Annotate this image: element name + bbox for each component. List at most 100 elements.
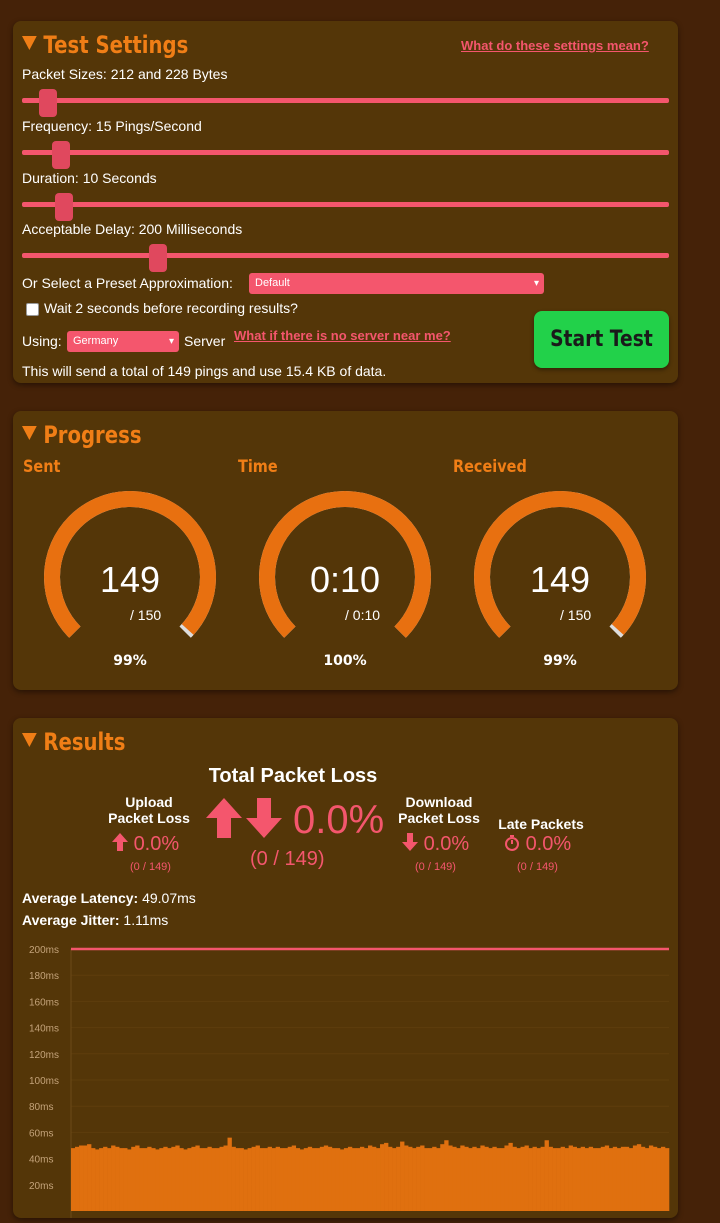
latency-bar — [372, 1146, 377, 1211]
results-toggle[interactable]: Results — [22, 728, 125, 756]
latency-bar — [211, 1148, 216, 1211]
packet-sizes-slider[interactable] — [22, 89, 669, 117]
acceptable-delay-label: Acceptable Delay: 200 Milliseconds — [22, 221, 243, 237]
slider-thumb[interactable] — [51, 141, 70, 169]
latency-bar — [652, 1146, 658, 1211]
latency-bar — [632, 1145, 638, 1211]
latency-bar — [259, 1148, 264, 1211]
latency-bar — [103, 1146, 108, 1211]
latency-bar — [143, 1148, 148, 1211]
no-server-link[interactable]: What if there is no server near me? — [234, 328, 451, 343]
time-gauge: 0:10 / 0:10 100% — [259, 491, 431, 671]
y-tick-label: 20ms — [29, 1181, 53, 1192]
latency-bar — [239, 1148, 244, 1211]
latency-bar — [516, 1148, 521, 1211]
arrow-up-icon — [112, 833, 128, 851]
latency-chart: 200ms 180ms 160ms 140ms 120ms 100ms 80ms 60ms 40… — [13, 938, 678, 1218]
latency-bar — [367, 1145, 373, 1211]
test-settings-panel: Test Settings What do these settings mea… — [13, 21, 678, 383]
latency-bar — [524, 1145, 529, 1211]
y-tick-label: 160ms — [29, 997, 59, 1008]
duration-slider[interactable] — [22, 193, 669, 221]
total-packet-loss-title: Total Packet Loss — [208, 765, 378, 787]
latency-bar — [319, 1146, 325, 1211]
latency-bar — [384, 1142, 389, 1211]
latency-bar — [568, 1145, 573, 1211]
settings-help-link[interactable]: What do these settings mean? — [461, 38, 649, 53]
y-tick-label: 60ms — [29, 1128, 53, 1139]
latency-bar — [508, 1142, 513, 1211]
received-gauge: 149 / 150 99% — [474, 491, 646, 671]
slider-thumb[interactable] — [38, 89, 57, 117]
latency-bar — [251, 1146, 256, 1211]
latency-bar — [291, 1145, 297, 1211]
latency-bar — [468, 1148, 473, 1211]
latency-bar — [616, 1148, 622, 1211]
start-test-label: Start Test — [550, 327, 653, 352]
y-tick-label: 140ms — [29, 1024, 59, 1035]
y-tick-label: 180ms — [29, 971, 59, 982]
received-percent: 99% — [543, 653, 577, 669]
upload-loss-count: (0 / 149) — [130, 861, 171, 873]
latency-bar — [287, 1146, 293, 1211]
slider-thumb[interactable] — [55, 193, 74, 221]
latency-bar — [199, 1148, 204, 1211]
latency-bar — [307, 1146, 313, 1211]
test-settings-toggle[interactable]: Test Settings — [22, 31, 188, 59]
latency-bar — [243, 1149, 248, 1211]
progress-panel: Progress Sent Time Received 149 / 150 99… — [13, 411, 678, 690]
latency-bar — [560, 1146, 565, 1211]
latency-bar — [584, 1148, 590, 1211]
duration-label: Duration: 10 Seconds — [22, 170, 157, 186]
latency-bar — [636, 1144, 642, 1211]
latency-bar — [99, 1148, 104, 1211]
latency-bar — [544, 1140, 549, 1211]
latency-bar — [484, 1146, 489, 1211]
latency-bar — [207, 1146, 212, 1211]
latency-bar — [520, 1146, 525, 1211]
latency-bar — [347, 1146, 353, 1211]
latency-bar — [624, 1146, 630, 1211]
latency-bar — [476, 1148, 481, 1211]
sent-max: / 150 — [130, 607, 162, 623]
slider-thumb[interactable] — [148, 244, 167, 272]
latency-bar — [380, 1144, 385, 1211]
start-test-button[interactable]: Start Test — [534, 311, 669, 368]
arrow-down-icon — [402, 833, 418, 851]
latency-bar — [592, 1148, 598, 1211]
latency-bar — [400, 1141, 405, 1211]
acceptable-delay-slider[interactable] — [22, 244, 669, 272]
latency-bar — [500, 1148, 505, 1211]
latency-bar — [420, 1145, 425, 1211]
preset-select[interactable]: Default ▾ — [249, 273, 544, 294]
chevron-down-icon: ▾ — [533, 278, 539, 289]
progress-toggle[interactable]: Progress — [22, 421, 142, 449]
results-panel: Results Total Packet Loss Upload Packet … — [13, 718, 678, 1218]
average-jitter-label: Average Jitter: — [22, 912, 120, 928]
upload-loss: 0.0% — [112, 833, 179, 856]
big-arrow-up-icon — [206, 798, 242, 838]
preset-label: Or Select a Preset Approximation: — [22, 275, 233, 291]
latency-bar — [359, 1146, 365, 1211]
slider-track — [22, 98, 669, 103]
server-select[interactable]: Germany ▾ — [67, 331, 179, 352]
latency-bar — [464, 1146, 469, 1211]
latency-bar — [460, 1145, 465, 1211]
latency-bar — [79, 1145, 84, 1211]
total-loss-value: 0.0% — [293, 798, 385, 842]
received-label: Received — [453, 457, 527, 477]
frequency-slider[interactable] — [22, 141, 669, 169]
big-arrow-down-icon — [246, 798, 282, 838]
latency-bar — [223, 1145, 228, 1211]
sent-percent: 99% — [113, 653, 147, 669]
wait-checkbox[interactable] — [26, 303, 39, 316]
latency-bar — [496, 1148, 501, 1211]
sent-label: Sent — [23, 457, 61, 477]
latency-bar — [388, 1146, 393, 1211]
latency-bar — [95, 1149, 100, 1211]
latency-bar — [203, 1148, 208, 1211]
latency-bar — [548, 1146, 553, 1211]
latency-bar — [448, 1145, 453, 1211]
latency-bar — [536, 1148, 541, 1211]
upload-title-line2: Packet Loss — [108, 810, 190, 826]
